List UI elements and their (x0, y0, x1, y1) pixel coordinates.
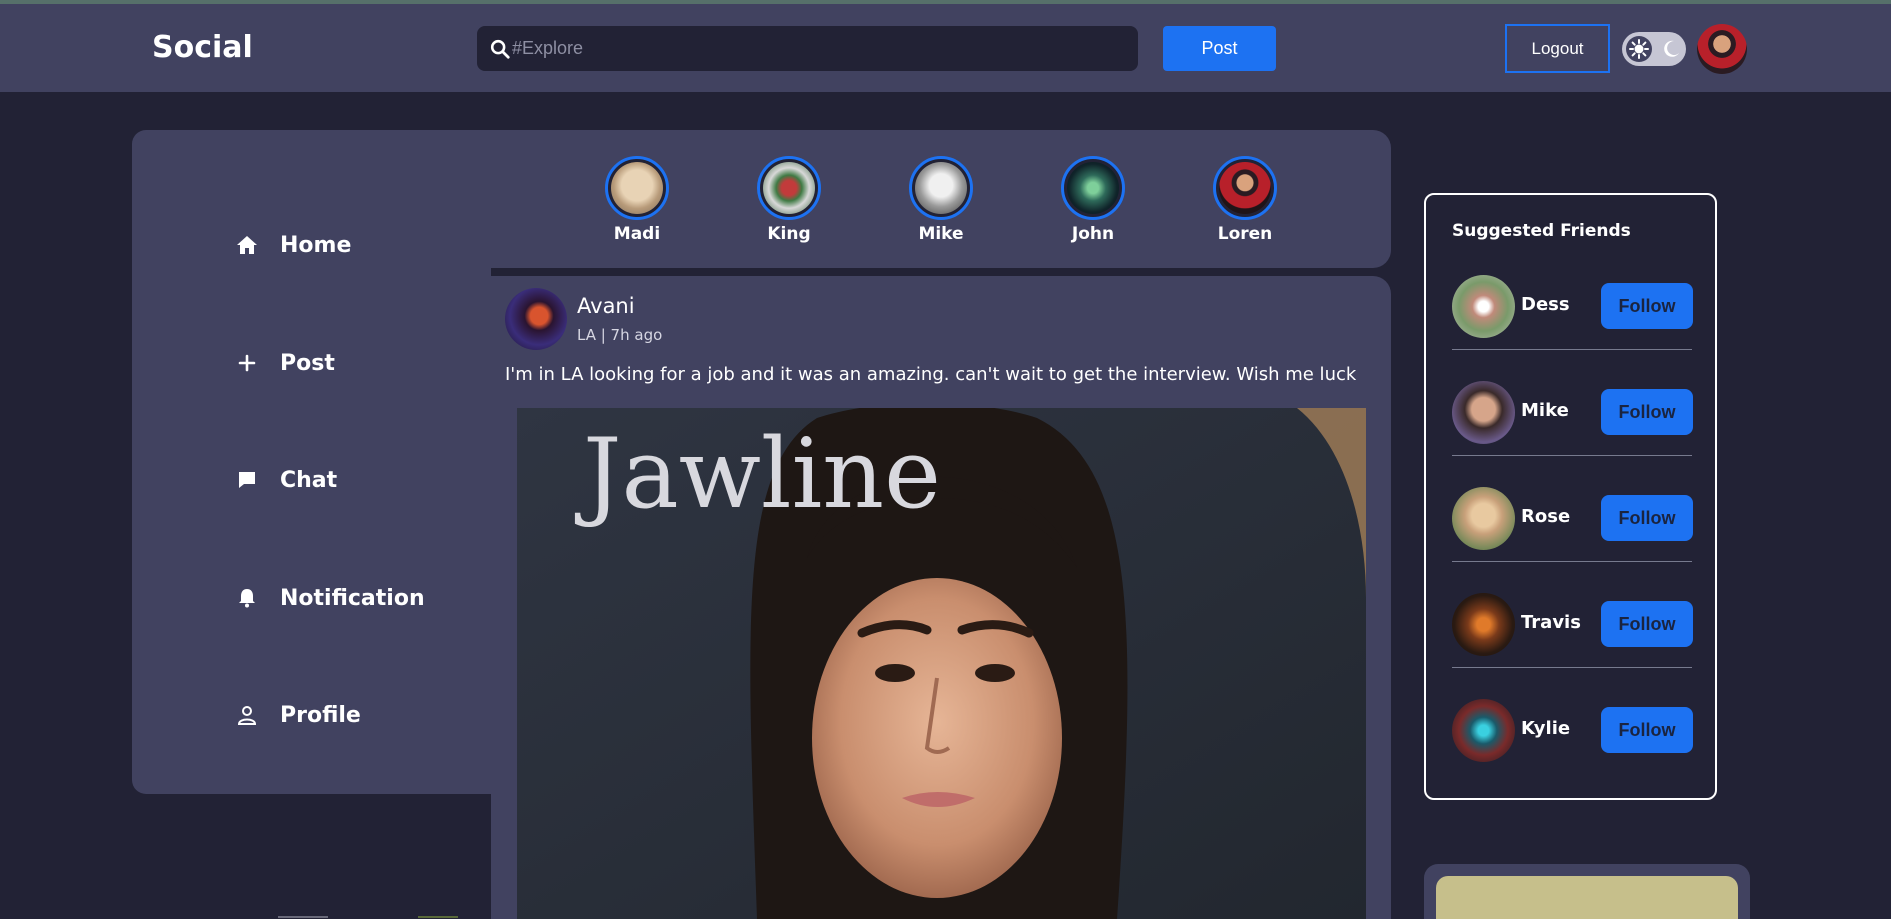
divider (1452, 667, 1692, 668)
follow-button[interactable]: Follow (1601, 601, 1693, 647)
moon-icon (1664, 40, 1679, 57)
post-meta: LA | 7h ago (577, 326, 663, 344)
divider (1452, 561, 1692, 562)
brand-logo[interactable]: Social (152, 30, 253, 65)
follow-button[interactable]: Follow (1601, 283, 1693, 329)
story-avatar (763, 162, 815, 214)
friend-row: Rose Follow (1452, 473, 1693, 579)
friend-avatar[interactable] (1452, 381, 1515, 444)
suggested-friends-title: Suggested Friends (1452, 221, 1631, 241)
friend-avatar[interactable] (1452, 699, 1515, 762)
friend-avatar[interactable] (1452, 487, 1515, 550)
story-name: King (767, 224, 811, 244)
friend-row: Dess Follow (1452, 261, 1693, 367)
friend-name[interactable]: Dess (1521, 294, 1570, 315)
follow-button[interactable]: Follow (1601, 389, 1693, 435)
story-ring (605, 156, 669, 220)
story-ring (1061, 156, 1125, 220)
plus-icon (238, 354, 256, 372)
friend-row: Mike Follow (1452, 367, 1693, 473)
user-avatar[interactable] (1697, 24, 1747, 74)
nav-item-label: Home (280, 232, 352, 258)
nav-item-chat[interactable]: Chat (236, 460, 337, 500)
stories-bar: Madi King Mike John Loren (491, 130, 1391, 268)
story-ring (757, 156, 821, 220)
story-ring (1213, 156, 1277, 220)
post-button[interactable]: Post (1163, 26, 1276, 71)
nav-item-post[interactable]: Post (236, 343, 335, 383)
story-name: Madi (613, 224, 661, 244)
promo-image[interactable] (1436, 876, 1738, 919)
search-icon (490, 39, 510, 59)
friend-row: Travis Follow (1452, 579, 1693, 685)
chat-icon (239, 472, 255, 488)
story-avatar (1067, 162, 1119, 214)
home-icon (237, 236, 257, 254)
friend-name[interactable]: Rose (1521, 506, 1570, 527)
suggested-friends-panel: Suggested Friends Dess Follow Mike Follo… (1424, 193, 1717, 800)
follow-button[interactable]: Follow (1601, 707, 1693, 753)
search-bar[interactable] (477, 26, 1138, 71)
left-sidebar: Home Post Chat Notification Profile (132, 130, 512, 794)
story-item[interactable]: Loren (1213, 156, 1277, 244)
friend-name[interactable]: Kylie (1521, 718, 1570, 739)
nav-item-profile[interactable]: Profile (236, 695, 361, 735)
post-caption: I'm in LA looking for a job and it was a… (505, 364, 1357, 385)
post-image-backdrop-text: Jawline (583, 418, 941, 530)
friend-row: Kylie Follow (1452, 685, 1693, 791)
scroll-edge-marks (278, 916, 458, 918)
divider (1452, 349, 1692, 350)
nav-item-label: Post (280, 350, 335, 376)
post-author-avatar[interactable] (505, 288, 567, 350)
friend-name[interactable]: Mike (1521, 400, 1569, 421)
top-bar: Social Post Logout (0, 4, 1891, 92)
sun-icon (1629, 39, 1649, 59)
friend-avatar[interactable] (1452, 275, 1515, 338)
nav-item-label: Profile (280, 702, 361, 728)
story-avatar (1219, 162, 1271, 214)
story-item[interactable]: Madi (605, 156, 669, 244)
nav-item-home[interactable]: Home (236, 225, 351, 265)
search-input[interactable] (512, 26, 1122, 71)
story-item[interactable]: Mike (909, 156, 973, 244)
nav-item-label: Notification (280, 585, 425, 611)
user-icon (237, 706, 257, 725)
story-avatar (915, 162, 967, 214)
nav-item-label: Chat (280, 467, 338, 493)
divider (1452, 455, 1692, 456)
story-avatar (611, 162, 663, 214)
story-name: Mike (918, 224, 964, 244)
follow-button[interactable]: Follow (1601, 495, 1693, 541)
post-image[interactable]: Jawline (517, 408, 1366, 919)
nav-item-notification[interactable]: Notification (236, 578, 425, 618)
right-promo-card (1424, 864, 1750, 919)
story-ring (909, 156, 973, 220)
bell-icon (239, 589, 255, 608)
theme-toggle[interactable] (1622, 32, 1686, 66)
logout-button[interactable]: Logout (1505, 24, 1610, 73)
friend-name[interactable]: Travis (1521, 612, 1581, 633)
friend-avatar[interactable] (1452, 593, 1515, 656)
story-item[interactable]: John (1061, 156, 1125, 244)
post-author-name[interactable]: Avani (577, 294, 635, 318)
story-name: Loren (1217, 224, 1273, 244)
story-name: John (1071, 224, 1115, 244)
story-item[interactable]: King (757, 156, 821, 244)
